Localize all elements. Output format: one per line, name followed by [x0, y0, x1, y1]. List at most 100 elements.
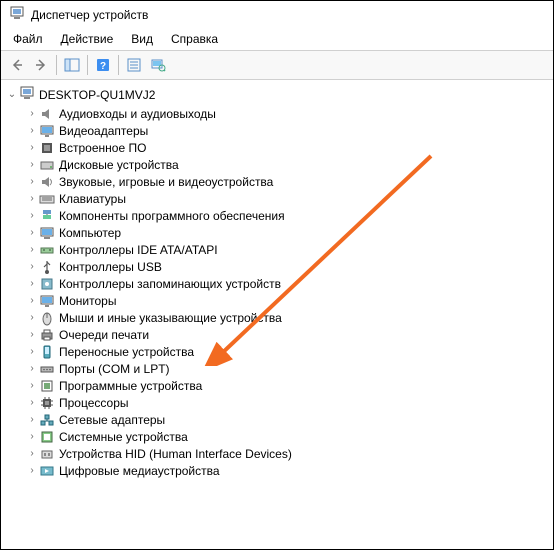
- caret-right-icon[interactable]: ›: [25, 312, 39, 323]
- node-label: Видеоадаптеры: [59, 124, 148, 138]
- node-label: Очереди печати: [59, 328, 149, 342]
- node-label: Порты (COM и LPT): [59, 362, 170, 376]
- tree-node[interactable]: › Дисковые устройства: [25, 156, 551, 173]
- mouse-icon: [39, 310, 55, 326]
- tree-node[interactable]: ›Компьютер: [25, 224, 551, 241]
- tree-node[interactable]: ›Звуковые, игровые и видеоустройства: [25, 173, 551, 190]
- caret-right-icon[interactable]: ›: [25, 210, 39, 221]
- caret-right-icon[interactable]: ›: [25, 261, 39, 272]
- node-label: Встроенное ПО: [59, 141, 146, 155]
- caret-right-icon[interactable]: ›: [25, 397, 39, 408]
- tree-node[interactable]: ›Программные устройства: [25, 377, 551, 394]
- node-label: Компоненты программного обеспечения: [59, 209, 285, 223]
- tree-node[interactable]: › Мониторы: [25, 292, 551, 309]
- tree-node[interactable]: › Клавиатуры: [25, 190, 551, 207]
- node-label: Устройства HID (Human Interface Devices): [59, 447, 292, 461]
- caret-right-icon[interactable]: ›: [25, 125, 39, 136]
- caret-right-icon[interactable]: ›: [25, 159, 39, 170]
- caret-right-icon[interactable]: ›: [25, 465, 39, 476]
- caret-right-icon[interactable]: ›: [25, 414, 39, 425]
- caret-right-icon[interactable]: ›: [25, 346, 39, 357]
- caret-right-icon[interactable]: ›: [25, 193, 39, 204]
- monitor-icon: [39, 293, 55, 309]
- computer-icon: [19, 85, 35, 104]
- node-label: Мониторы: [59, 294, 116, 308]
- show-hide-tree-button[interactable]: [60, 53, 84, 77]
- properties-button[interactable]: [122, 53, 146, 77]
- caret-right-icon[interactable]: ›: [25, 363, 39, 374]
- node-label: Дисковые устройства: [59, 158, 179, 172]
- hid-icon: [39, 446, 55, 462]
- menubar: Файл Действие Вид Справка: [1, 28, 553, 50]
- menu-action[interactable]: Действие: [53, 30, 122, 48]
- help-button[interactable]: ?: [91, 53, 115, 77]
- caret-right-icon[interactable]: ›: [25, 227, 39, 238]
- caret-right-icon[interactable]: ›: [25, 329, 39, 340]
- toolbar-separator: [87, 55, 88, 75]
- tree-node[interactable]: › Видеоадаптеры: [25, 122, 551, 139]
- caret-right-icon[interactable]: ›: [25, 142, 39, 153]
- tree-node[interactable]: › Аудиовходы и аудиовыходы: [25, 105, 551, 122]
- network-icon: [39, 412, 55, 428]
- forward-button[interactable]: [29, 53, 53, 77]
- node-label: Контроллеры USB: [59, 260, 162, 274]
- caret-right-icon[interactable]: ›: [25, 244, 39, 255]
- caret-right-icon[interactable]: ›: [25, 431, 39, 442]
- ide-icon: [39, 242, 55, 258]
- root-label: DESKTOP-QU1MVJ2: [39, 88, 155, 102]
- usb-icon: [39, 259, 55, 275]
- app-icon: [9, 5, 25, 24]
- computer-icon: [39, 225, 55, 241]
- system-icon: [39, 429, 55, 445]
- tree-node[interactable]: › Процессоры: [25, 394, 551, 411]
- tree-node[interactable]: › Встроенное ПО: [25, 139, 551, 156]
- node-label: Цифровые медиаустройства: [59, 464, 220, 478]
- device-tree[interactable]: ⌄ DESKTOP-QU1MVJ2 › Аудиовходы и аудиовых…: [1, 80, 553, 554]
- swdev-icon: [39, 378, 55, 394]
- tree-node[interactable]: › Сетевые адаптеры: [25, 411, 551, 428]
- display-icon: [39, 123, 55, 139]
- media-icon: [39, 463, 55, 479]
- keyboard-icon: [39, 191, 55, 207]
- tree-node[interactable]: › Контроллеры USB: [25, 258, 551, 275]
- tree-node[interactable]: › Порты (COM и LPT): [25, 360, 551, 377]
- tree-node[interactable]: › Системные устройства: [25, 428, 551, 445]
- audio-icon: [39, 106, 55, 122]
- sound-icon: [39, 174, 55, 190]
- tree-node[interactable]: › Мыши и иные указывающие устройства: [25, 309, 551, 326]
- scan-hardware-button[interactable]: [146, 53, 170, 77]
- tree-node[interactable]: › Устройства HID (Human Interface Devices…: [25, 445, 551, 462]
- tree-node[interactable]: › Цифровые медиаустройства: [25, 462, 551, 479]
- node-label: Процессоры: [59, 396, 129, 410]
- toolbar: ?: [1, 50, 553, 80]
- toolbar-separator: [56, 55, 57, 75]
- tree-node[interactable]: › Контроллеры IDE ATA/ATAPI: [25, 241, 551, 258]
- printer-icon: [39, 327, 55, 343]
- toolbar-separator: [118, 55, 119, 75]
- tree-node[interactable]: › Переносные устройства: [25, 343, 551, 360]
- tree-node[interactable]: ›Контроллеры запоминающих устройств: [25, 275, 551, 292]
- node-label: Клавиатуры: [59, 192, 126, 206]
- caret-right-icon[interactable]: ›: [25, 176, 39, 187]
- node-label: Сетевые адаптеры: [59, 413, 165, 427]
- menu-view[interactable]: Вид: [123, 30, 161, 48]
- caret-right-icon[interactable]: ›: [25, 295, 39, 306]
- back-button[interactable]: [5, 53, 29, 77]
- titlebar: Диспетчер устройств: [1, 1, 553, 28]
- caret-right-icon[interactable]: ›: [25, 448, 39, 459]
- node-label: Системные устройства: [59, 430, 188, 444]
- tree-root[interactable]: ⌄ DESKTOP-QU1MVJ2: [3, 84, 551, 105]
- caret-right-icon[interactable]: ›: [25, 278, 39, 289]
- caret-right-icon[interactable]: ›: [25, 108, 39, 119]
- caret-down-icon[interactable]: ⌄: [5, 89, 19, 100]
- node-label: Мыши и иные указывающие устройства: [59, 311, 282, 325]
- node-label: Переносные устройства: [59, 345, 194, 359]
- menu-help[interactable]: Справка: [163, 30, 226, 48]
- caret-right-icon[interactable]: ›: [25, 380, 39, 391]
- tree-node[interactable]: › Очереди печати: [25, 326, 551, 343]
- menu-file[interactable]: Файл: [5, 30, 51, 48]
- node-label: Аудиовходы и аудиовыходы: [59, 107, 216, 121]
- svg-text:?: ?: [100, 61, 106, 72]
- tree-node[interactable]: › Компоненты программного обеспечения: [25, 207, 551, 224]
- node-label: Контроллеры IDE ATA/ATAPI: [59, 243, 218, 257]
